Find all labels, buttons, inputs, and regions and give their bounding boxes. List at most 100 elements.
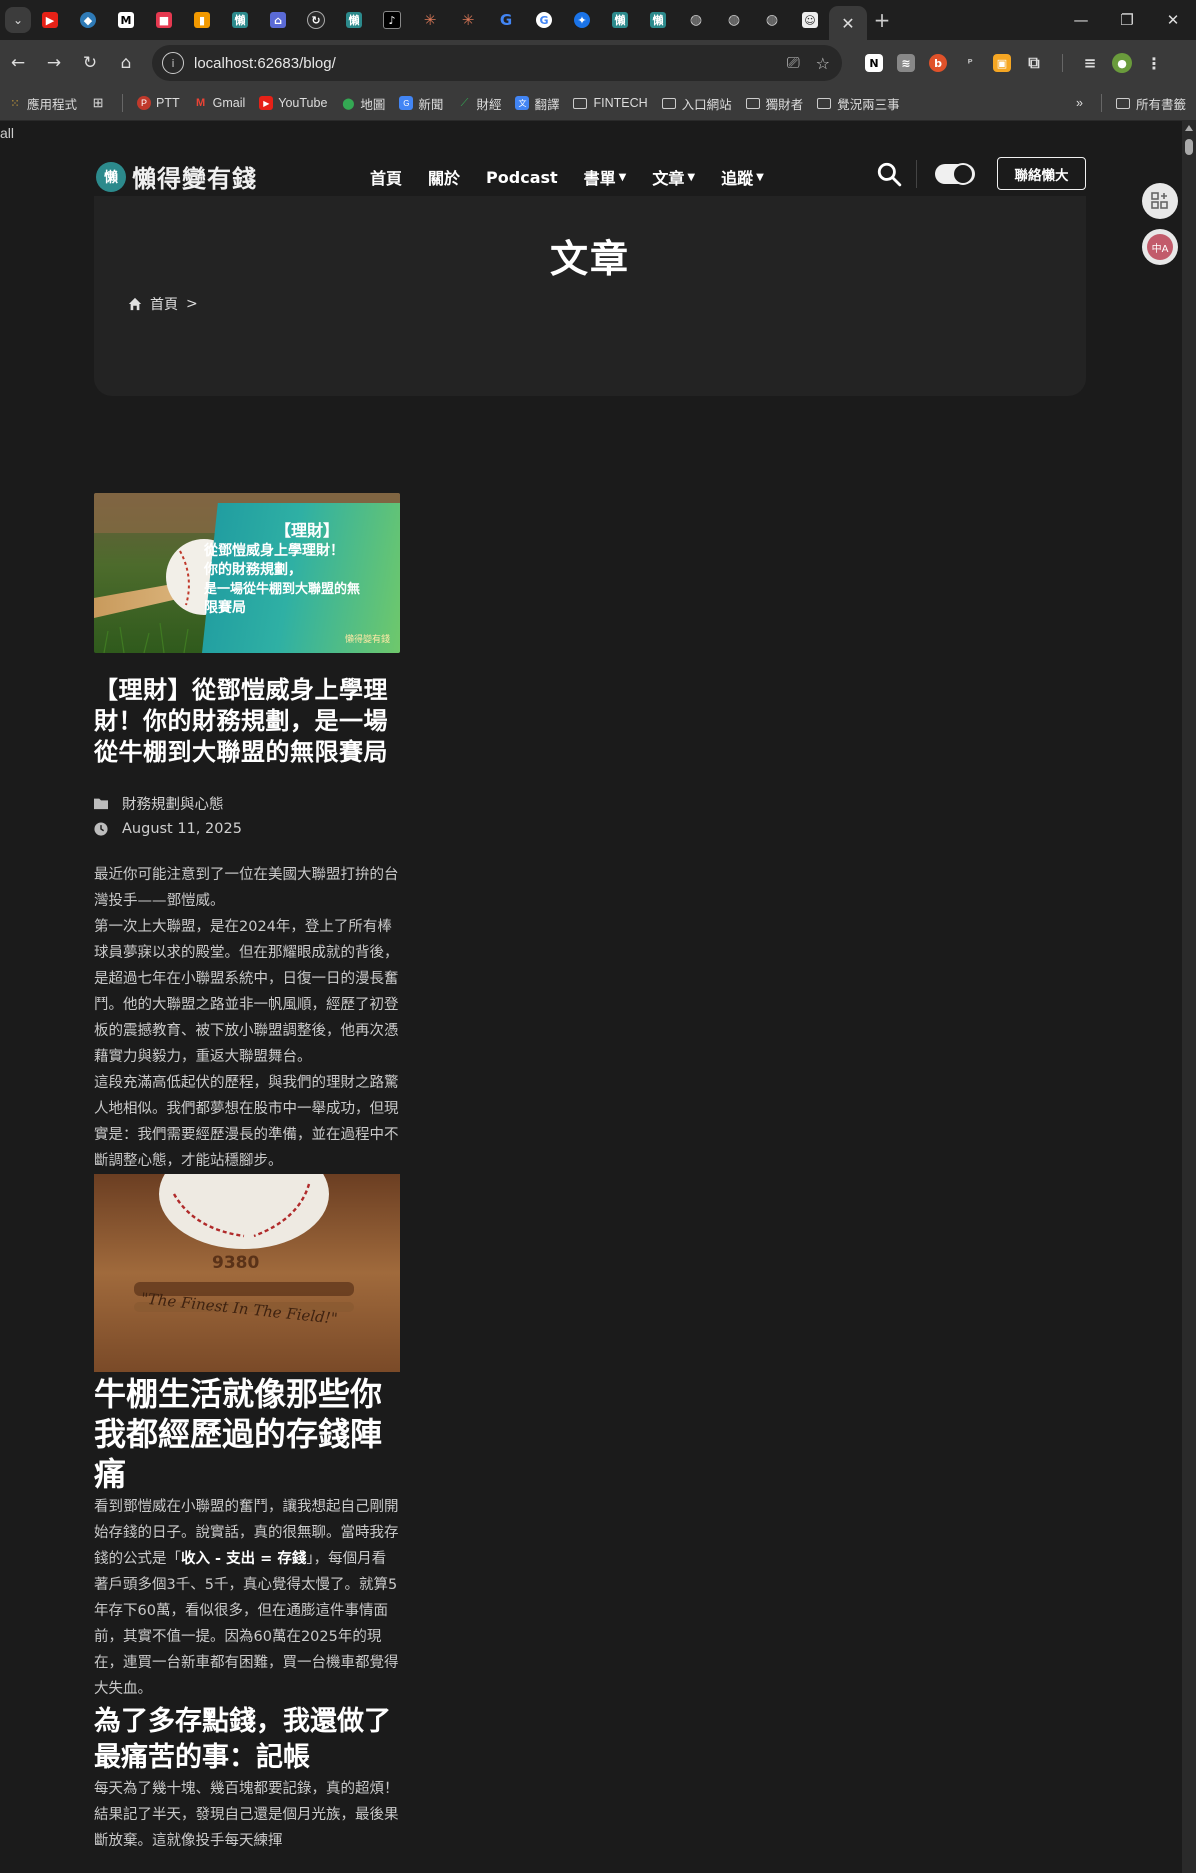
post-thumbnail[interactable]: 【理財】 從鄧愷威身上學理財！ 你的財務規劃， 是一場從牛棚到大聯盟的無 限賽局… [94,493,400,653]
divider [1100,94,1102,112]
extension-button[interactable]: N [858,40,890,86]
globe-icon: ◍ [765,12,779,28]
scroll-thumb[interactable] [1185,139,1193,155]
extensions-button[interactable]: ⧉ [1018,40,1050,86]
search-icon[interactable] [876,161,902,187]
back-button[interactable]: ← [0,45,36,81]
excerpt-paragraph: 這段充滿高低起伏的歷程，與我們的理財之路驚人地相似。我們都夢想在股市中一舉成功，… [94,1075,399,1169]
nav-item-about[interactable]: 關於 [428,165,460,189]
tab[interactable]: ✳ [449,0,487,40]
minimize-button[interactable]: — [1058,0,1104,40]
tab[interactable]: ▮ [183,0,221,40]
bookmark-apps[interactable]: ⁙ 應用程式 [8,94,77,113]
tab[interactable]: ☺ [791,0,829,40]
profile-button[interactable]: ● [1106,40,1138,86]
tab[interactable]: ▶ [31,0,69,40]
tab[interactable]: 懶 [335,0,373,40]
tab[interactable]: G [487,0,525,40]
readlater-icon: b [929,54,947,72]
tab[interactable]: 懶 [639,0,677,40]
dark-mode-toggle[interactable] [935,162,975,185]
tab[interactable]: ♪ [373,0,411,40]
home-button[interactable]: ⌂ [108,45,144,81]
tab[interactable]: ↻ [297,0,335,40]
post-paragraph: 每天為了幾十塊、幾百塊都要記錄，真的超煩！結果記了半天，發現自己還是個月光族，最… [94,1781,399,1849]
grid-button[interactable]: ⊞ [91,95,110,110]
bookmark-maps[interactable]: ⬤ 地圖 [341,94,385,113]
folder-icon [661,97,676,109]
nav-item-booklist[interactable]: 書單 ▼ [584,165,627,189]
tab[interactable]: ◍ [715,0,753,40]
thumbnail-line: 從鄧愷威身上學理財！ [204,543,344,559]
scroll-up-arrow[interactable] [1185,125,1193,131]
tab-search-button[interactable]: ⌄ [5,7,31,33]
maximize-button[interactable]: ❐ [1104,0,1150,40]
main-nav: 首頁 關於 Podcast 書單 ▼ 文章 ▼ 追蹤 ▼ [370,165,790,189]
analytics-icon: ▮ [194,12,210,28]
site-info-icon[interactable]: i [162,52,184,74]
bookmark-ptt[interactable]: P PTT [137,96,180,110]
bookmark-icon: ■ [156,12,172,28]
tab[interactable]: ◍ [677,0,715,40]
bookmark-finance[interactable]: ⟋ 財經 [457,94,502,113]
bookmark-label: FINTECH [593,96,648,110]
star-icon[interactable]: ☆ [816,54,830,73]
ufo-icon: ◆ [80,12,96,28]
more-bookmarks-button[interactable]: » [1076,96,1083,110]
close-tab-icon[interactable]: ✕ [841,14,854,33]
bookmark-translate[interactable]: 文 翻譯 [515,94,559,113]
extension-button[interactable]: b [922,40,954,86]
chevron-down-icon: ▼ [618,171,627,183]
reload-button[interactable]: ↻ [72,45,108,81]
breadcrumb-home-link[interactable]: 首頁 [150,294,178,314]
tab[interactable]: ◍ [753,0,791,40]
floating-apps-button[interactable] [1142,183,1178,219]
bookmark-folder-fintech[interactable]: FINTECH [573,96,648,110]
reading-list-icon: ≡ [1083,54,1097,72]
install-app-icon[interactable]: ⎚ [787,53,800,73]
nav-item-home[interactable]: 首頁 [370,165,402,189]
all-bookmarks-button[interactable]: 所有書籤 [1136,94,1186,113]
bookmark-youtube[interactable]: ▶ YouTube [259,96,327,110]
nav-item-articles[interactable]: 文章 ▼ [652,165,695,189]
ptt-icon: P [137,96,152,110]
tab[interactable]: M [107,0,145,40]
extension-button[interactable]: ▣ [986,40,1018,86]
reading-list-button[interactable]: ≡ [1074,40,1106,86]
post-title[interactable]: 【理財】從鄧愷威身上學理財！你的財務規劃，是一場從牛棚到大聯盟的無限賽局 [94,675,400,768]
address-bar[interactable]: i localhost:62683/blog/ ⎚ ☆ [152,45,842,81]
new-tab-button[interactable]: + [867,8,897,32]
contact-button[interactable]: 聯絡懶大 [997,157,1086,190]
chevron-down-icon: ▼ [687,171,696,183]
bookmark-folder-dushuzhe[interactable]: 獨財者 [745,94,803,113]
post-category[interactable]: 財務規劃與心態 [122,793,224,814]
window-close-button[interactable]: ✕ [1150,0,1196,40]
extension-button[interactable]: ≋ [890,40,922,86]
news-icon: G [399,96,414,110]
forward-button[interactable]: → [36,45,72,81]
floating-translate-button[interactable]: 中A [1142,229,1178,265]
tab[interactable]: ■ [145,0,183,40]
menu-button[interactable]: ⋮ [1138,40,1170,86]
tab[interactable]: G [525,0,563,40]
bookmark-folder-misc[interactable]: 覺況兩三事 [817,94,900,113]
tab[interactable]: ◆ [69,0,107,40]
tab[interactable]: ✳ [411,0,449,40]
bookmark-folder-portal[interactable]: 入口網站 [661,94,732,113]
toolbar-divider [1050,40,1074,86]
tab[interactable]: ⌂ [259,0,297,40]
site-logo[interactable]: 懶 懶得變有錢 [96,159,257,194]
tab[interactable]: ✦ [563,0,601,40]
page-scrollbar[interactable] [1182,121,1196,1873]
bookmark-gmail[interactable]: M Gmail [194,96,245,110]
url-text[interactable]: localhost:62683/blog/ [194,55,336,72]
extension-button[interactable]: ᴾ [954,40,986,86]
post-meta: 財務規劃與心態 August 11, 2025 [94,790,400,842]
nav-item-podcast[interactable]: Podcast [486,165,558,189]
active-tab[interactable]: ✕ [829,6,867,40]
site-icon: 懶 [650,12,666,28]
bookmark-news[interactable]: G 新聞 [399,94,443,113]
tab[interactable]: 懶 [221,0,259,40]
tab[interactable]: 懶 [601,0,639,40]
nav-item-follow[interactable]: 追蹤 ▼ [721,165,764,189]
